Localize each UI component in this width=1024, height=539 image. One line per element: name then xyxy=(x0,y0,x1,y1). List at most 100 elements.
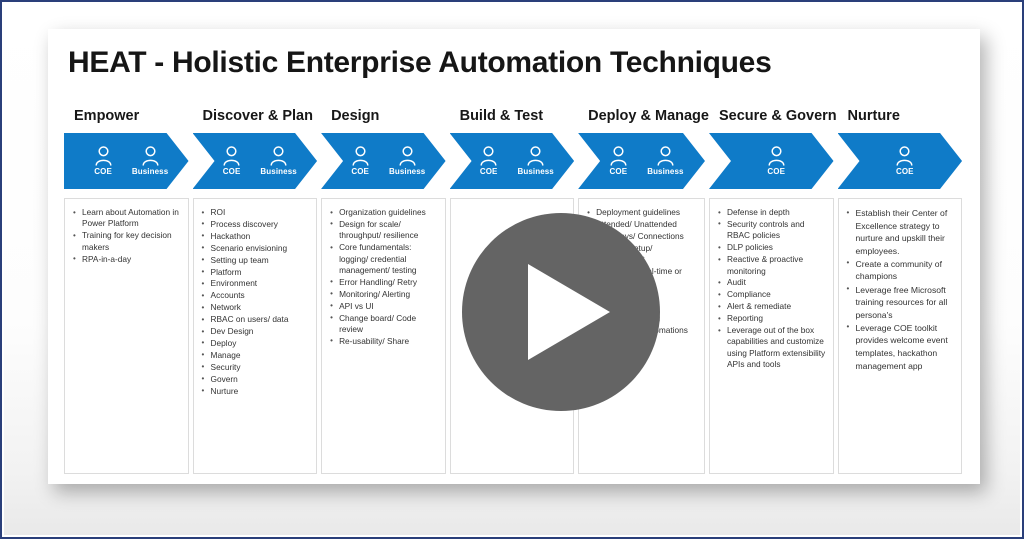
persona-label: Business xyxy=(131,167,169,176)
stage-arrow: COE xyxy=(838,133,963,189)
stage-column: Secure & Govern COE Defense in depthSecuri… xyxy=(708,108,838,474)
screenshot-frame: HEAT - Holistic Enterprise Automation Te… xyxy=(0,0,1024,539)
list-item: Re-usability/ Share xyxy=(328,335,439,347)
list-item: Audit xyxy=(716,277,827,289)
persona: Business xyxy=(389,146,425,176)
list-item: DLP policies xyxy=(716,242,827,254)
stage-bullet-list: ROIProcess discoveryHackathonScenario en… xyxy=(200,206,311,397)
stage-column: Nurture COE Establish their Center of Exce… xyxy=(837,108,967,474)
person-icon xyxy=(610,146,627,166)
list-item: Leverage out of the box capabilities and… xyxy=(716,325,827,371)
persona: Business xyxy=(517,146,553,176)
stage-header: Deploy & Manage xyxy=(588,108,709,124)
list-item: Manage xyxy=(200,349,311,361)
stage-bullet-list: Defense in depthSecurity controls and RB… xyxy=(716,206,827,371)
stage-arrow-shape: COE xyxy=(838,133,963,189)
list-item: Reactive & proactive monitoring xyxy=(716,254,827,277)
list-item: Core fundamentals: logging/ credential m… xyxy=(328,242,439,276)
person-icon xyxy=(223,146,240,166)
stage-bullet-list: Learn about Automation in Power Platform… xyxy=(71,207,182,265)
list-item: Hackathon xyxy=(200,230,311,242)
stage-arrow-shape: COE Business xyxy=(578,133,705,189)
persona-label: Business xyxy=(260,167,297,176)
stage-column: Discover & Plan COE Business ROIProcess dis… xyxy=(192,108,322,474)
persona: COE xyxy=(223,146,241,176)
person-icon xyxy=(399,146,416,166)
person-icon xyxy=(95,146,112,166)
stage-arrow: COE Business xyxy=(193,133,318,189)
persona-label: COE xyxy=(609,167,628,176)
list-item: Compliance xyxy=(716,289,827,301)
stage-arrow-shape: COE Business xyxy=(193,133,318,189)
list-item: Deploy xyxy=(200,337,311,349)
list-item: ROI xyxy=(200,206,311,218)
list-item: Security controls and RBAC policies xyxy=(716,218,827,242)
stage-arrow-shape: COE Business xyxy=(450,133,575,189)
list-item: Organization guidelines xyxy=(328,206,439,218)
list-item: Security xyxy=(200,361,311,373)
list-item: Establish their Center of Excellence str… xyxy=(845,206,956,257)
stage-bullet-list: Establish their Center of Excellence str… xyxy=(845,206,956,372)
persona-label: COE xyxy=(94,167,112,176)
persona-label: COE xyxy=(479,167,498,176)
stage-card: Organization guidelinesDesign for scale/… xyxy=(321,198,446,474)
list-item: RBAC on users/ data xyxy=(200,314,311,326)
list-item: RPA-in-a-day xyxy=(71,253,182,265)
stage-arrow-shape: COE Business xyxy=(64,133,189,189)
list-item: Error Handling/ Retry xyxy=(328,276,439,288)
list-item: API vs UI xyxy=(328,300,439,312)
stage-header: Build & Test xyxy=(459,108,544,124)
person-icon xyxy=(352,146,369,166)
play-button[interactable] xyxy=(462,213,660,411)
play-triangle-icon xyxy=(528,264,610,360)
list-item: Dev Design xyxy=(200,326,311,338)
list-item: Create a community of champions xyxy=(845,257,956,283)
person-icon xyxy=(657,146,674,166)
persona: Business xyxy=(647,146,683,176)
stage-card: ROIProcess discoveryHackathonScenario en… xyxy=(192,198,318,474)
person-icon xyxy=(896,146,913,166)
stage-card: Learn about Automation in Power Platform… xyxy=(64,198,189,474)
list-item: Learn about Automation in Power Platform xyxy=(71,207,182,230)
persona-label: COE xyxy=(351,167,369,176)
list-item: Setting up team xyxy=(200,254,311,266)
list-item: Change board/ Code review xyxy=(328,312,439,336)
stage-card: Defense in depthSecurity controls and RB… xyxy=(708,198,834,474)
persona-label: Business xyxy=(388,167,426,176)
person-icon xyxy=(142,146,159,166)
persona: COE xyxy=(480,146,498,176)
list-item: Environment xyxy=(200,278,311,290)
list-item: Nurture xyxy=(200,385,311,397)
stage-arrow: COE Business xyxy=(578,133,705,189)
page-title: HEAT - Holistic Enterprise Automation Te… xyxy=(68,46,772,79)
persona: COE xyxy=(896,146,914,176)
stage-arrow: COE Business xyxy=(321,133,446,189)
list-item: Leverage free Microsoft training resourc… xyxy=(845,283,956,322)
persona-label: Business xyxy=(647,167,684,176)
stage-arrow: COE Business xyxy=(450,133,575,189)
stage-card: Establish their Center of Excellence str… xyxy=(837,198,963,474)
person-icon xyxy=(768,146,785,166)
persona: COE xyxy=(610,146,628,176)
list-item: Alert & remediate xyxy=(716,301,827,313)
stage-column: Design COE Business Organization guidelines… xyxy=(321,108,450,474)
persona-label: COE xyxy=(222,167,241,176)
stage-header: Secure & Govern xyxy=(718,108,837,124)
persona-label: Business xyxy=(517,167,554,176)
list-item: Deployment guidelines xyxy=(585,206,698,218)
person-icon xyxy=(270,146,287,166)
list-item: Network xyxy=(200,302,311,314)
persona-label: COE xyxy=(767,167,786,176)
persona: COE xyxy=(767,146,785,176)
stage-header: Nurture xyxy=(847,108,900,124)
stage-header: Discover & Plan xyxy=(202,108,313,124)
presentation-slide: HEAT - Holistic Enterprise Automation Te… xyxy=(48,29,980,484)
list-item: Training for key decision makers xyxy=(71,230,182,253)
list-item: Design for scale/ throughput/ resilience xyxy=(328,218,439,242)
person-icon xyxy=(527,146,544,166)
stage-arrow-shape: COE xyxy=(709,133,834,189)
persona: COE xyxy=(94,146,112,176)
list-item: Monitoring/ Alerting xyxy=(328,288,439,300)
person-icon xyxy=(480,146,497,166)
persona: Business xyxy=(260,146,296,176)
